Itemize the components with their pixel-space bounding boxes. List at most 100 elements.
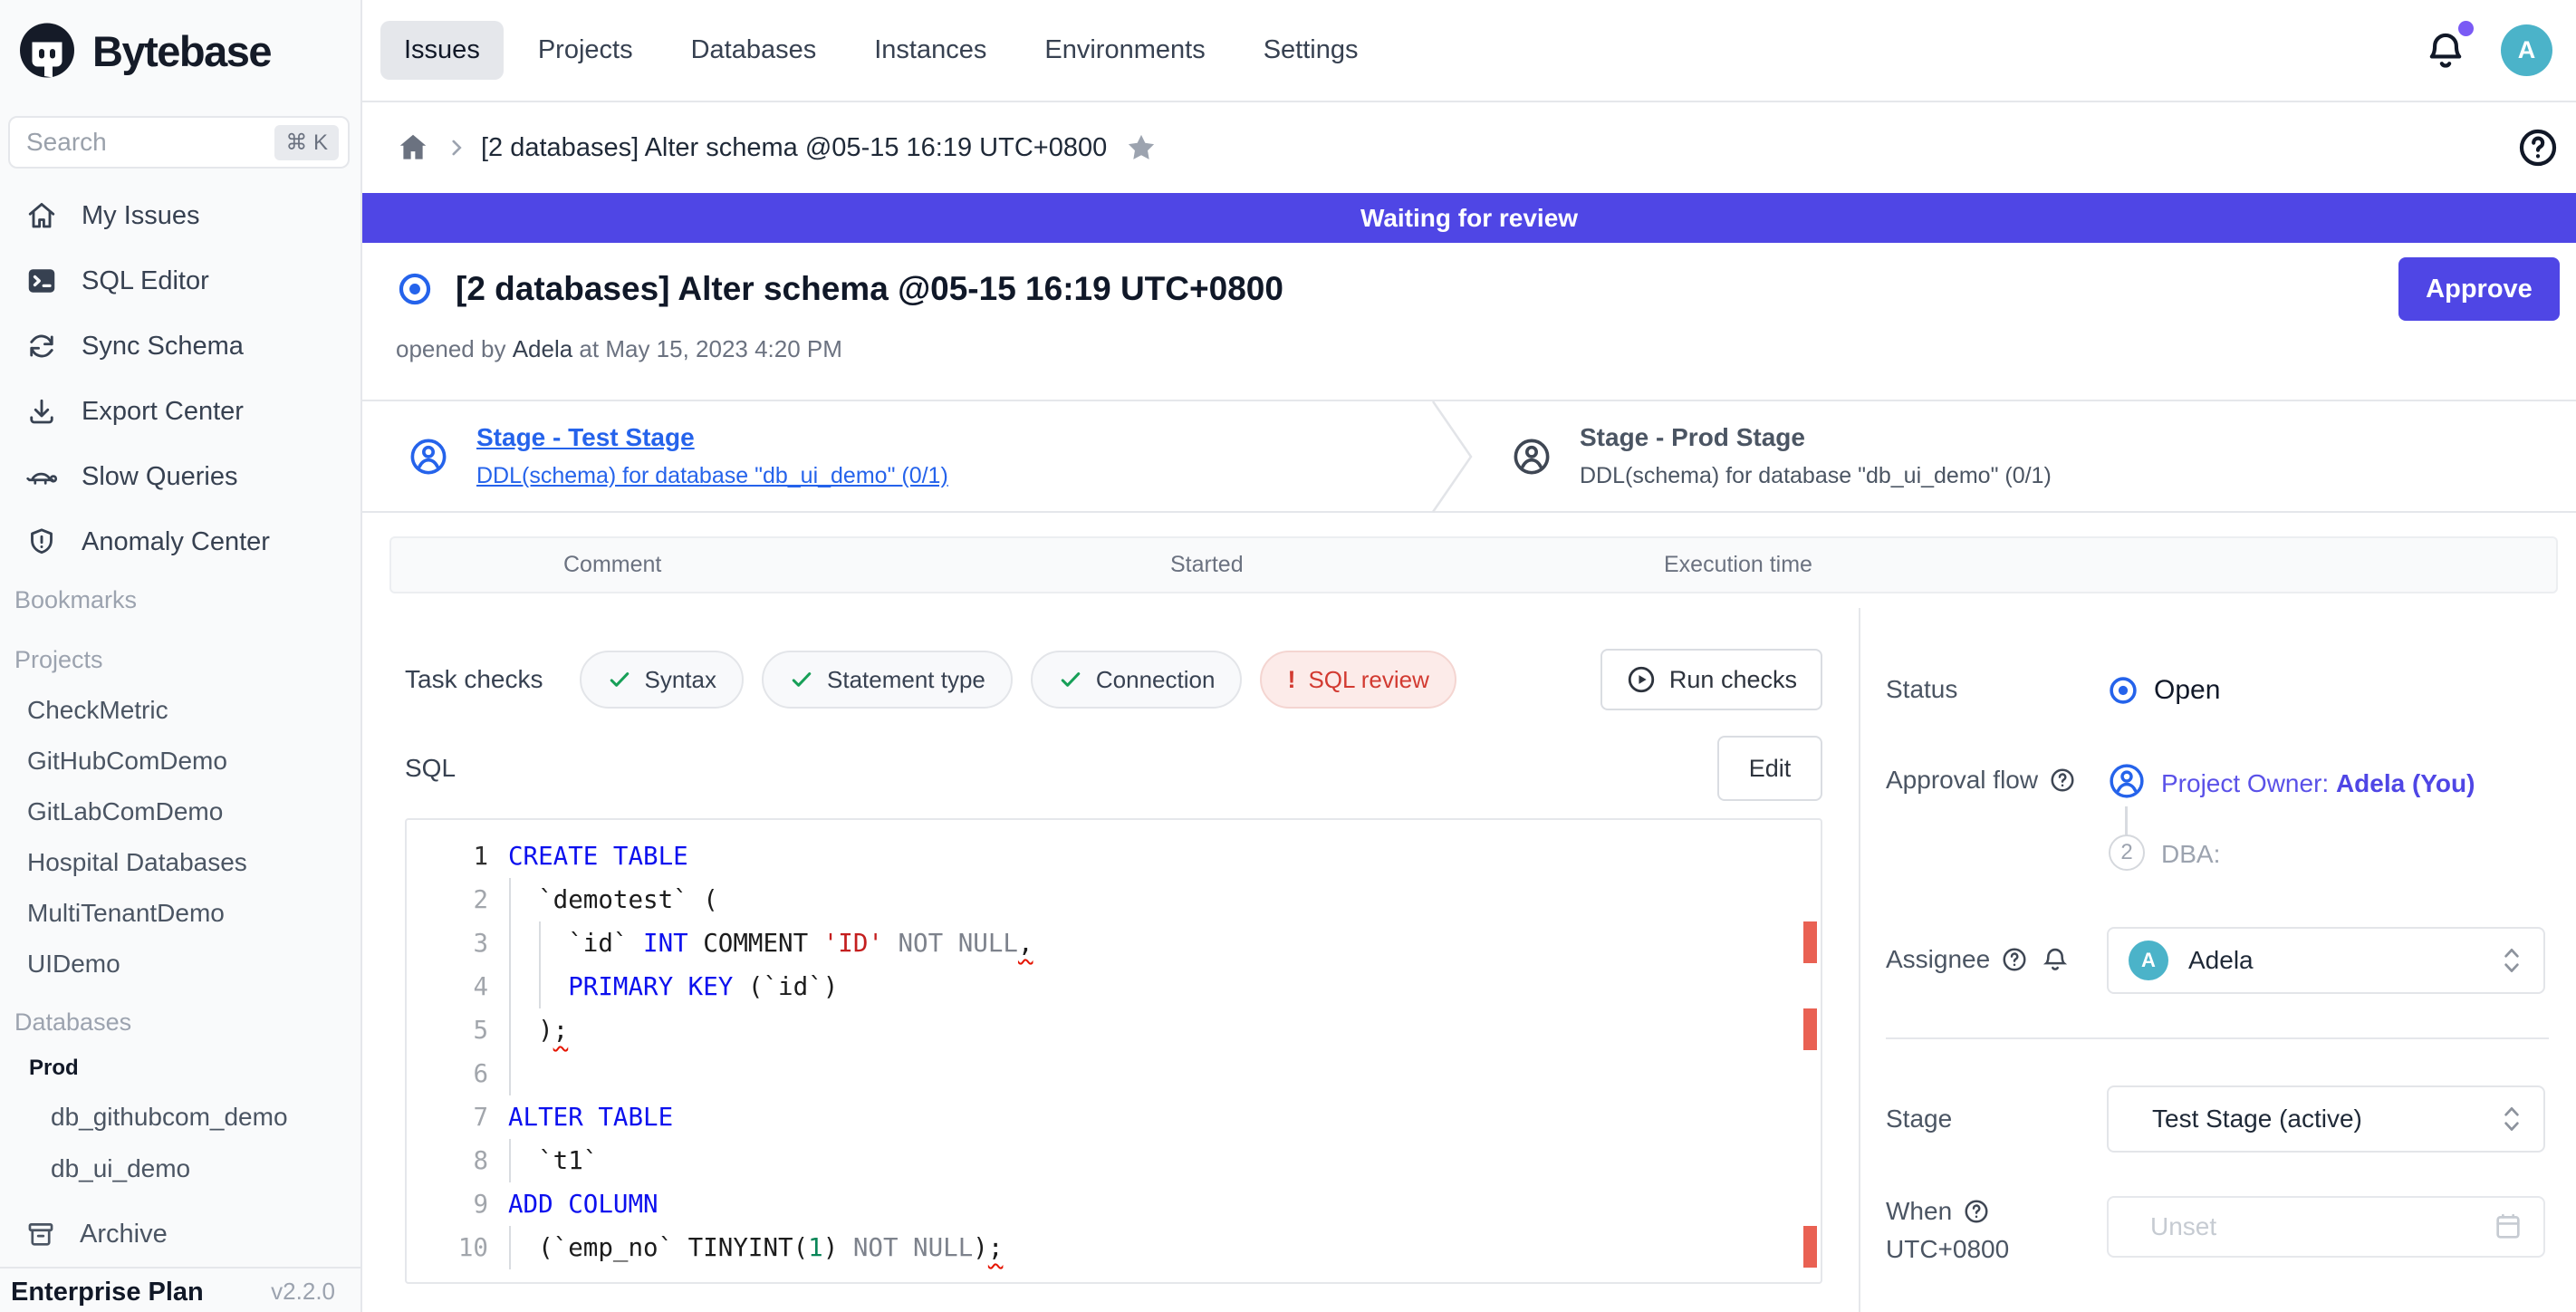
issue-open-status-icon bbox=[396, 270, 434, 308]
code-line: 1CREATE TABLE bbox=[407, 834, 1821, 878]
chevron-updown-icon bbox=[2500, 1102, 2523, 1136]
status-label: Status bbox=[1886, 675, 1957, 704]
sql-editor[interactable]: 1CREATE TABLE2 `demotest` (3 `id` INT CO… bbox=[405, 818, 1822, 1284]
check-pill-connection[interactable]: Connection bbox=[1031, 651, 1243, 709]
bytebase-app: Bytebase IssuesProjectsDatabasesInstance… bbox=[0, 0, 2576, 1312]
edit-sql-button[interactable]: Edit bbox=[1717, 736, 1822, 801]
indent-guide bbox=[509, 878, 511, 1095]
approve-button[interactable]: Approve bbox=[2398, 257, 2560, 321]
line-text: PRIMARY KEY (`id`) bbox=[508, 965, 838, 1008]
code-line: 7ALTER TABLE bbox=[407, 1095, 1821, 1139]
nav-tab-environments[interactable]: Environments bbox=[1021, 21, 1228, 80]
project-item[interactable]: Hospital Databases bbox=[0, 837, 360, 888]
approval-step2-number: 2 bbox=[2109, 834, 2145, 871]
sidebar-item-archive[interactable]: Archive bbox=[0, 1201, 360, 1267]
task-table-header: Comment Started Execution time bbox=[389, 536, 2558, 593]
code-line: 3 `id` INT COMMENT 'ID' NOT NULL, bbox=[407, 921, 1821, 965]
home-icon bbox=[25, 199, 58, 232]
subscribe-bell-icon[interactable] bbox=[2041, 945, 2070, 974]
help-circle-icon[interactable] bbox=[2001, 946, 2028, 973]
issue-meta: opened by Adela at May 15, 2023 4:20 PM bbox=[396, 335, 2558, 363]
project-item[interactable]: GitHubComDemo bbox=[0, 736, 360, 786]
column-header-started: Started bbox=[1170, 538, 1244, 592]
issue-sidebar: Status Open Approval flow Project Ow bbox=[1859, 608, 2576, 1312]
when-label: When bbox=[1886, 1197, 1990, 1226]
nav-tab-settings[interactable]: Settings bbox=[1240, 21, 1382, 80]
stage-person-icon bbox=[1511, 436, 1552, 478]
stage-task-link[interactable]: DDL(schema) for database "db_ui_demo" (0… bbox=[476, 463, 948, 489]
help-circle-icon[interactable] bbox=[1963, 1198, 1990, 1225]
project-item[interactable]: MultiTenantDemo bbox=[0, 888, 360, 939]
home-icon[interactable] bbox=[396, 130, 430, 165]
line-number: 5 bbox=[407, 1008, 488, 1052]
line-number: 10 bbox=[407, 1226, 488, 1269]
line-text: ); bbox=[508, 1008, 568, 1052]
stage-title[interactable]: Stage - Test Stage bbox=[476, 423, 948, 452]
sidebar-section-databases: Databases bbox=[0, 1002, 360, 1042]
archive-icon bbox=[25, 1219, 56, 1249]
column-header-execution-time: Execution time bbox=[1664, 538, 1812, 592]
database-item[interactable]: db_githubcom_demo bbox=[0, 1091, 360, 1143]
check-pill-sql-review[interactable]: !SQL review bbox=[1260, 651, 1456, 709]
stage-card-1[interactable]: Stage - Test Stage DDL(schema) for databa… bbox=[362, 401, 1431, 511]
check-pills: Syntax Statement type Connection !SQL revie… bbox=[580, 651, 1475, 709]
user-avatar[interactable]: A bbox=[2501, 24, 2552, 76]
check-icon bbox=[789, 667, 814, 692]
sidebar-item-label: My Issues bbox=[82, 201, 200, 231]
approval-step1[interactable]: Project Owner: Adela (You) bbox=[2161, 769, 2475, 798]
run-checks-button[interactable]: Run checks bbox=[1600, 649, 1822, 710]
play-circle-icon bbox=[1626, 664, 1657, 695]
approval-flow-label: Approval flow bbox=[1886, 766, 2076, 795]
sidebar-menu: My Issues SQL Editor Sync Schema Export Cen… bbox=[0, 183, 360, 574]
when-datetime-input[interactable]: Unset bbox=[2107, 1196, 2545, 1258]
check-pill-statement-type[interactable]: Statement type bbox=[762, 651, 1013, 709]
task-checks-row: Task checks SyntaxStatement typeConnecti… bbox=[405, 648, 1822, 711]
column-header-comment: Comment bbox=[563, 538, 661, 592]
help-circle-icon[interactable] bbox=[2049, 767, 2076, 794]
nav-tab-projects[interactable]: Projects bbox=[514, 21, 657, 80]
sidebar-item-export-center[interactable]: Export Center bbox=[0, 379, 360, 444]
line-number: 6 bbox=[407, 1052, 488, 1095]
logo[interactable]: Bytebase bbox=[0, 0, 362, 102]
sidebar-item-sql-editor[interactable]: SQL Editor bbox=[0, 248, 360, 314]
stage-card-2[interactable]: Stage - Prod StageDDL(schema) for databa… bbox=[1473, 401, 2052, 511]
stage-select[interactable]: Test Stage (active) bbox=[2107, 1085, 2545, 1153]
indent-guide bbox=[509, 1226, 511, 1269]
issue-header: [2 databases] Alter schema @05-15 16:19 … bbox=[362, 243, 2576, 400]
breadcrumb-title[interactable]: [2 databases] Alter schema @05-15 16:19 … bbox=[481, 133, 1107, 163]
chevron-right-icon bbox=[445, 136, 468, 159]
check-pill-syntax[interactable]: Syntax bbox=[580, 651, 745, 709]
stage-label: Stage bbox=[1886, 1105, 1952, 1134]
assignee-avatar: A bbox=[2129, 941, 2168, 980]
project-item[interactable]: UIDemo bbox=[0, 939, 360, 989]
database-item[interactable]: db_ui_demo bbox=[0, 1143, 360, 1194]
notifications-bell-icon[interactable] bbox=[2423, 28, 2468, 73]
assignee-select[interactable]: A Adela bbox=[2107, 927, 2545, 994]
sidebar-item-slow-queries[interactable]: Slow Queries bbox=[0, 444, 360, 509]
nav-items: IssuesProjectsDatabasesInstancesEnvironm… bbox=[380, 21, 1393, 80]
nav-tab-instances[interactable]: Instances bbox=[851, 21, 1010, 80]
line-number: 3 bbox=[407, 921, 488, 965]
sidebar-item-label: Sync Schema bbox=[82, 332, 244, 362]
search-input[interactable]: Search ⌘ K bbox=[8, 116, 350, 169]
nav-tab-issues[interactable]: Issues bbox=[380, 21, 504, 80]
download-icon bbox=[25, 395, 58, 428]
project-item[interactable]: CheckMetric bbox=[0, 685, 360, 736]
project-list: CheckMetricGitHubComDemoGitLabComDemoHos… bbox=[0, 685, 360, 989]
help-icon[interactable] bbox=[2516, 126, 2560, 169]
bytebase-logo-icon bbox=[14, 19, 80, 84]
issue-author[interactable]: Adela bbox=[513, 335, 573, 362]
star-icon[interactable] bbox=[1125, 131, 1158, 164]
check-icon bbox=[1058, 667, 1083, 692]
top-right-controls: A bbox=[2423, 24, 2552, 76]
project-item[interactable]: GitLabComDemo bbox=[0, 786, 360, 837]
sidebar-item-my-issues[interactable]: My Issues bbox=[0, 183, 360, 248]
sidebar-item-sync-schema[interactable]: Sync Schema bbox=[0, 314, 360, 379]
line-number: 8 bbox=[407, 1139, 488, 1182]
indent-guide bbox=[539, 921, 541, 1008]
stage-pipeline: Stage - Test Stage DDL(schema) for databa… bbox=[362, 400, 2576, 513]
sidebar-item-anomaly-center[interactable]: Anomaly Center bbox=[0, 509, 360, 574]
sidebar-footer[interactable]: Enterprise Plan v2.2.0 bbox=[0, 1267, 360, 1312]
sql-header-row: SQL Edit bbox=[405, 735, 1822, 802]
nav-tab-databases[interactable]: Databases bbox=[668, 21, 841, 80]
